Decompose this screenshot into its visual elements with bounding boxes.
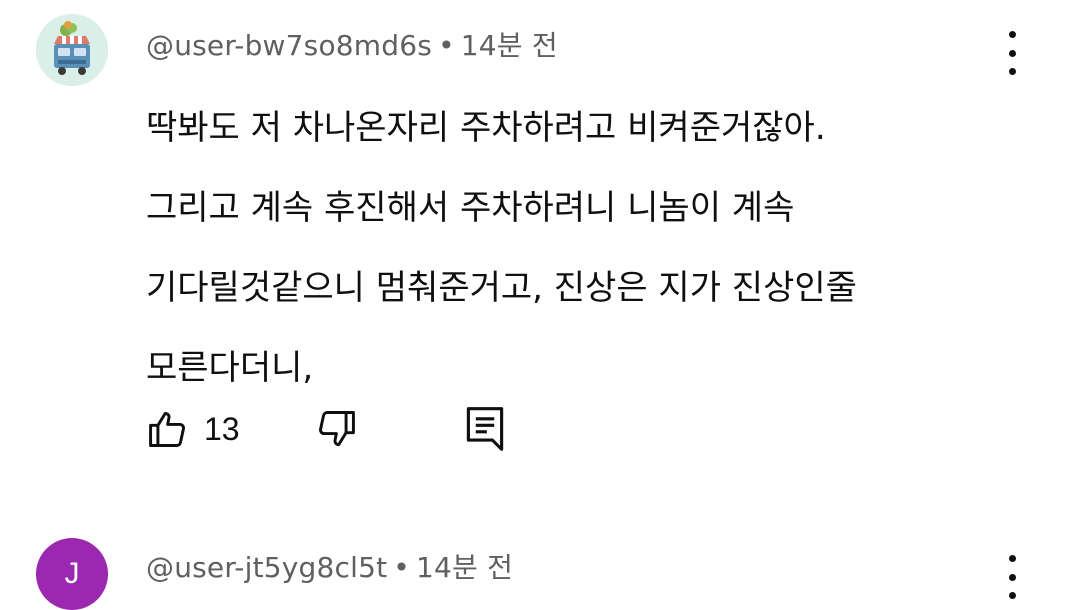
more-options-icon[interactable]: [1000, 31, 1024, 75]
comment-author[interactable]: @user-jt5yg8cl5t: [146, 551, 387, 584]
like-button[interactable]: 13: [146, 403, 240, 455]
comment: J @user-jt5yg8cl5t • 14분 전: [0, 500, 1080, 610]
comment-meta: @user-jt5yg8cl5t • 14분 전: [146, 546, 513, 586]
meta-separator: •: [393, 551, 411, 584]
comment-time[interactable]: 14분 전: [461, 29, 558, 62]
comment-line: 그리고 계속 후진해서 주차하려니 니놈이 계속: [146, 188, 795, 228]
reply-button[interactable]: [464, 403, 506, 455]
thumbs-down-icon: [319, 411, 355, 447]
comment-time[interactable]: 14분 전: [416, 551, 513, 584]
comment: @user-bw7so8md6s • 14분 전 딱봐도 저 차나온자리 주차하려고…: [0, 0, 1080, 500]
like-count: 13: [204, 410, 240, 447]
avatar[interactable]: [36, 14, 108, 86]
comment-meta: @user-bw7so8md6s • 14분 전: [146, 24, 558, 64]
comment-text: 딱봐도 저 차나온자리 주차하려고 비켜준거잖아. 그리고 계속 후진해서 주차…: [146, 88, 1026, 408]
avatar[interactable]: J: [36, 538, 108, 610]
comment-line: 모른다더니,: [146, 348, 314, 388]
dislike-button[interactable]: [314, 403, 358, 455]
toaster-avatar-icon: [36, 14, 108, 86]
avatar-letter: J: [64, 557, 80, 590]
thumbs-up-icon: [149, 411, 185, 447]
reply-comment-icon: [466, 407, 504, 451]
comment-author[interactable]: @user-bw7so8md6s: [146, 29, 432, 62]
more-options-icon[interactable]: [1000, 555, 1024, 599]
comment-line: 딱봐도 저 차나온자리 주차하려고 비켜준거잖아.: [146, 108, 826, 148]
comment-line: 기다릴것같으니 멈춰준거고, 진상은 지가 진상인줄: [146, 268, 857, 308]
meta-separator: •: [438, 29, 455, 62]
